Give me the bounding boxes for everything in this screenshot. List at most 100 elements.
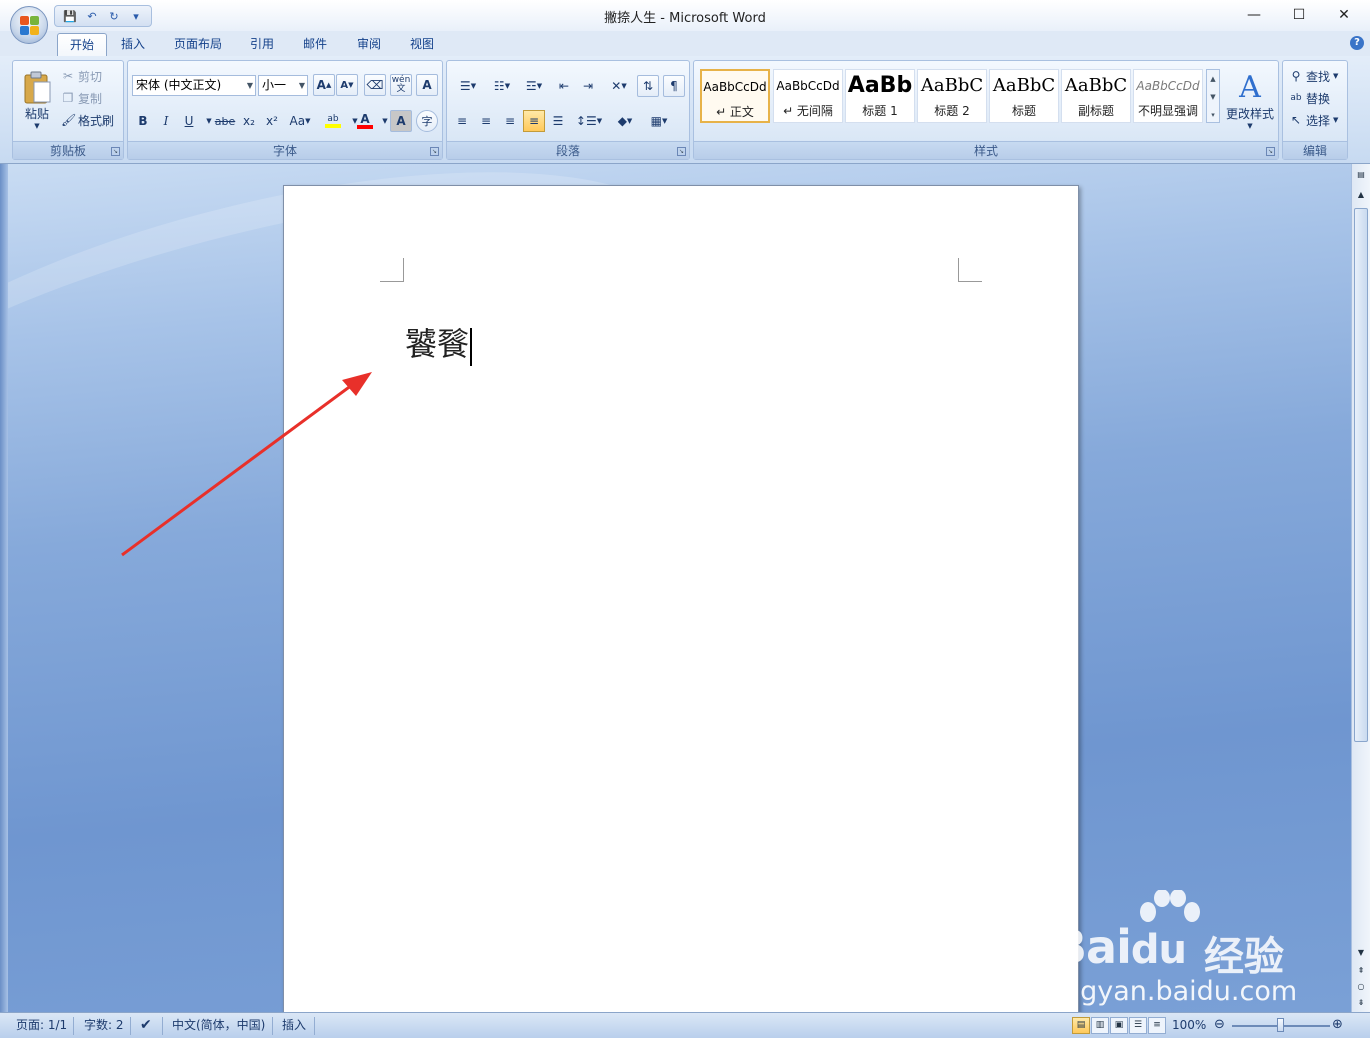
watermark-jingyan: 经验 xyxy=(1204,934,1284,980)
paragraph-group: ☰ ▼ ☷ ▼ ☲ ▼ ⇤ ⇥ ✕ ▼ ⇅ ¶ ≡ ≡ ≡ ≡ ☰ ↕☰ ▼ ◆ ▼ ▦ ▼ … xyxy=(446,60,690,160)
underline-button[interactable]: U xyxy=(178,110,200,132)
vertical-scrollbar[interactable]: ▤ ▲ ▼ ⇞ ○ ⇟ xyxy=(1351,164,1370,1012)
bullets-icon[interactable]: ☰ ▼ xyxy=(451,75,485,97)
styles-launcher-icon[interactable]: ↘ xyxy=(1266,147,1275,156)
copy-button[interactable]: ❐ 复制 xyxy=(61,87,102,109)
style-subtitle[interactable]: AaBbC 副标题 xyxy=(1061,69,1131,123)
web-layout-icon[interactable]: ▣ xyxy=(1110,1017,1128,1034)
decrease-indent-icon[interactable]: ⇤ xyxy=(553,75,575,97)
strikethrough-button[interactable]: abe xyxy=(214,110,236,132)
justify-icon[interactable]: ≡ xyxy=(523,110,545,132)
style-subtle-emphasis[interactable]: AaBbCcDd 不明显强调 xyxy=(1133,69,1203,123)
zoom-out-icon[interactable]: ⊖ xyxy=(1214,1017,1225,1033)
shrink-font-button[interactable]: A ▼ xyxy=(336,74,358,96)
numbering-icon[interactable]: ☷ ▼ xyxy=(485,75,519,97)
style-no-spacing[interactable]: AaBbCcDd ↵ 无间隔 xyxy=(773,69,843,123)
clear-format-icon[interactable]: ⌫ xyxy=(364,74,386,96)
tab-insert[interactable]: 插入 xyxy=(109,33,157,56)
change-styles-button[interactable]: A 更改样式 ▼ xyxy=(1224,65,1276,135)
zoom-slider-thumb[interactable] xyxy=(1277,1018,1284,1032)
phonetic-guide-button[interactable]: wén 文 xyxy=(390,74,412,96)
minimize-button[interactable]: — xyxy=(1232,2,1276,28)
tab-review[interactable]: 审阅 xyxy=(345,33,393,56)
font-size-combo[interactable]: 小一 ▼ xyxy=(258,75,308,96)
font-group-label: 字体 xyxy=(128,141,442,159)
outline-view-icon[interactable]: ☰ xyxy=(1129,1017,1147,1034)
tab-home[interactable]: 开始 xyxy=(57,33,108,56)
change-case-button[interactable]: Aa ▼ xyxy=(286,110,314,132)
bold-button[interactable]: B xyxy=(132,110,154,132)
char-border-button[interactable]: A xyxy=(416,74,438,96)
increase-indent-icon[interactable]: ⇥ xyxy=(577,75,599,97)
style-heading-1[interactable]: AaBb 标题 1 xyxy=(845,69,915,123)
ruler-toggle-icon[interactable]: ▤ xyxy=(1354,168,1368,182)
italic-button[interactable]: I xyxy=(155,110,177,132)
help-icon[interactable]: ? xyxy=(1350,36,1364,50)
select-button[interactable]: ↖ 选择 ▼ xyxy=(1289,109,1338,131)
distributed-icon[interactable]: ☰ xyxy=(547,110,569,132)
paste-button[interactable]: 粘贴 ▼ xyxy=(19,65,55,135)
align-center-icon[interactable]: ≡ xyxy=(475,110,497,132)
zoom-level[interactable]: 100% xyxy=(1172,1017,1206,1033)
cut-button[interactable]: ✂ 剪切 xyxy=(61,65,102,87)
browse-object-icon[interactable]: ○ xyxy=(1354,980,1368,994)
chinese-layout-icon[interactable]: ✕ ▼ xyxy=(603,75,635,97)
sort-icon[interactable]: ⇅ xyxy=(637,75,659,97)
enclose-char-button[interactable]: 字 xyxy=(416,110,438,132)
chevron-down-icon: ▼ xyxy=(1247,121,1253,130)
next-page-icon[interactable]: ⇟ xyxy=(1354,996,1368,1010)
font-color-button[interactable]: A xyxy=(354,110,376,132)
draft-view-icon[interactable]: ≡ xyxy=(1148,1017,1166,1034)
full-screen-reading-icon[interactable]: ▥ xyxy=(1091,1017,1109,1034)
format-painter-button[interactable]: 🖌 格式刷 xyxy=(61,109,114,131)
font-launcher-icon[interactable]: ↘ xyxy=(430,147,439,156)
align-right-icon[interactable]: ≡ xyxy=(499,110,521,132)
show-marks-icon[interactable]: ¶ xyxy=(663,75,685,97)
font-name-combo[interactable]: 宋体 (中文正文) ▼ xyxy=(132,75,256,96)
tab-view[interactable]: 视图 xyxy=(398,33,446,56)
shading-icon[interactable]: ◆ ▼ xyxy=(609,110,641,132)
style-normal[interactable]: AaBbCcDd ↵ 正文 xyxy=(700,69,770,123)
tab-mailings[interactable]: 邮件 xyxy=(291,33,339,56)
replace-button[interactable]: ab 替换 xyxy=(1289,87,1330,109)
scroll-thumb[interactable] xyxy=(1354,208,1368,742)
insert-mode-indicator[interactable]: 插入 xyxy=(282,1017,306,1033)
copy-icon: ❐ xyxy=(62,91,74,105)
align-left-icon[interactable]: ≡ xyxy=(451,110,473,132)
watermark-url: jingyan.baidu.com xyxy=(1048,976,1298,1007)
document-text[interactable]: 饕餮 xyxy=(405,324,473,366)
language-indicator[interactable]: 中文(简体，中国) xyxy=(172,1017,265,1033)
tab-references[interactable]: 引用 xyxy=(238,33,286,56)
clipboard-launcher-icon[interactable]: ↘ xyxy=(111,147,120,156)
close-button[interactable]: ✕ xyxy=(1322,2,1366,28)
page-count[interactable]: 页面: 1/1 xyxy=(16,1017,67,1033)
document-page[interactable]: 饕餮 xyxy=(283,185,1079,1012)
superscript-button[interactable]: x² xyxy=(261,110,283,132)
borders-icon[interactable]: ▦ ▼ xyxy=(643,110,675,132)
scroll-down-icon[interactable]: ▼ xyxy=(1354,946,1368,960)
subscript-button[interactable]: x₂ xyxy=(238,110,260,132)
grow-font-button[interactable]: A ▲ xyxy=(313,74,335,96)
zoom-in-icon[interactable]: ⊕ xyxy=(1332,1017,1343,1033)
maximize-button[interactable]: ☐ xyxy=(1277,2,1321,28)
paragraph-launcher-icon[interactable]: ↘ xyxy=(677,147,686,156)
styles-scroll[interactable]: ▲ ▼ ▾ xyxy=(1206,69,1220,123)
margin-corner-top-right xyxy=(958,258,982,282)
print-layout-icon[interactable]: ▤ xyxy=(1072,1017,1090,1034)
proofing-icon[interactable]: ✔ xyxy=(140,1017,152,1033)
word-count[interactable]: 字数: 2 xyxy=(84,1017,124,1033)
multilevel-list-icon[interactable]: ☲ ▼ xyxy=(519,75,549,97)
ribbon-tabs: 开始 插入 页面布局 引用 邮件 审阅 视图 ? xyxy=(0,31,1370,56)
scroll-up-icon[interactable]: ▲ xyxy=(1354,188,1368,202)
previous-page-icon[interactable]: ⇞ xyxy=(1354,964,1368,978)
tab-page-layout[interactable]: 页面布局 xyxy=(162,33,234,56)
style-heading-2[interactable]: AaBbC 标题 2 xyxy=(917,69,987,123)
office-button[interactable] xyxy=(10,6,48,44)
find-button[interactable]: ⚲ 查找 ▼ xyxy=(1289,65,1339,87)
status-bar: 页面: 1/1 字数: 2 ✔ 中文(简体，中国) 插入 ▤ ▥ ▣ ☰ ≡ 1… xyxy=(0,1012,1370,1038)
style-title[interactable]: AaBbC 标题 xyxy=(989,69,1059,123)
char-shading-button[interactable]: A xyxy=(390,110,412,132)
highlight-button[interactable]: ab xyxy=(320,110,346,132)
line-spacing-icon[interactable]: ↕☰ ▼ xyxy=(573,110,605,132)
left-window-edge xyxy=(0,164,8,1012)
